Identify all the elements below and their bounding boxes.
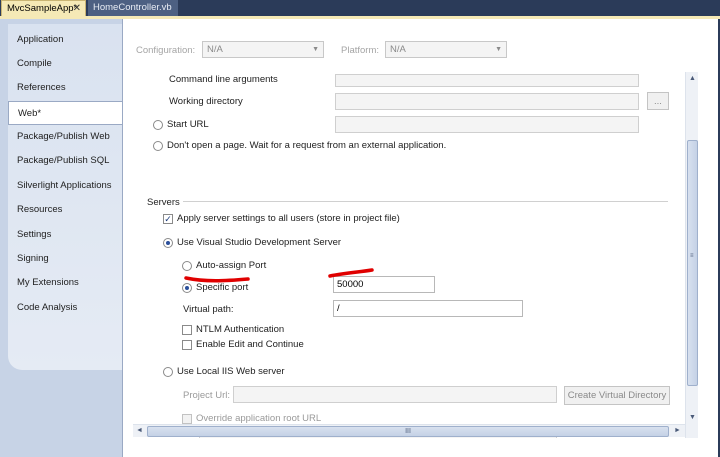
sidebar-item-label: Settings: [17, 229, 52, 240]
sidebar-item-silverlight-applications[interactable]: Silverlight Applications: [8, 174, 122, 198]
apply-all-users-checkbox[interactable]: ✓: [163, 214, 173, 224]
sidebar-item-label: Signing: [17, 253, 49, 264]
edit-and-continue-label: Enable Edit and Continue: [196, 339, 304, 350]
platform-select[interactable]: N/A ▼: [385, 41, 507, 58]
dont-open-page-radio[interactable]: [153, 141, 163, 151]
tab-mvcsampleapp[interactable]: MvcSampleApp* ✕: [1, 0, 86, 16]
create-virtual-directory-button[interactable]: Create Virtual Directory: [564, 386, 670, 405]
servers-divider: [183, 201, 668, 202]
sidebar-item-label: Package/Publish SQL: [17, 155, 110, 166]
scroll-up-icon[interactable]: ▲: [689, 75, 696, 82]
use-vs-dev-server-label: Use Visual Studio Development Server: [177, 237, 342, 248]
sidebar-item-label: My Extensions: [17, 277, 79, 288]
vertical-scrollbar[interactable]: ▲ ≡ ▼: [685, 72, 698, 438]
properties-sidebar: Application Compile References Web* Pack…: [0, 19, 123, 457]
virtual-path-input[interactable]: /: [333, 300, 523, 317]
sidebar-item-my-extensions[interactable]: My Extensions: [8, 271, 122, 295]
tab-homecontroller[interactable]: HomeController.vb: [88, 0, 178, 16]
sidebar-item-references[interactable]: References: [8, 76, 122, 100]
override-root-url-checkbox[interactable]: [182, 414, 192, 424]
start-url-label: Start URL: [167, 119, 209, 130]
sidebar-item-label: Compile: [17, 58, 52, 69]
browse-button-label: ...: [654, 96, 662, 107]
configuration-bar: Configuration: N/A ▼ Platform: N/A ▼: [123, 19, 719, 69]
servers-heading: Servers: [147, 197, 180, 208]
sidebar-item-label: Resources: [17, 204, 63, 215]
specific-port-radio[interactable]: [182, 283, 192, 293]
scroll-down-icon[interactable]: ▼: [689, 414, 696, 421]
sidebar-item-application[interactable]: Application: [8, 28, 122, 52]
ntlm-authentication-checkbox[interactable]: [182, 325, 192, 335]
web-properties-page: Configuration: N/A ▼ Platform: N/A ▼ Com…: [122, 19, 718, 457]
sidebar-item-label: Silverlight Applications: [17, 180, 112, 191]
tab-label: HomeController.vb: [93, 2, 172, 13]
chevron-down-icon: ▼: [312, 46, 319, 53]
sidebar-item-package-publish-web[interactable]: Package/Publish Web: [8, 125, 122, 149]
sidebar-item-settings[interactable]: Settings: [8, 223, 122, 247]
browse-button[interactable]: ...: [647, 92, 669, 110]
use-local-iis-radio[interactable]: [163, 367, 173, 377]
dont-open-page-label: Don't open a page. Wait for a request fr…: [167, 140, 447, 151]
document-tab-strip: MvcSampleApp* ✕ HomeController.vb: [0, 0, 720, 16]
vertical-scroll-thumb[interactable]: ≡: [687, 140, 698, 386]
chevron-down-icon: ▼: [495, 46, 502, 53]
grip-icon: III: [405, 428, 411, 435]
tab-label: MvcSampleApp*: [7, 3, 78, 14]
sidebar-item-package-publish-sql[interactable]: Package/Publish SQL: [8, 149, 122, 173]
sidebar-item-label: References: [17, 82, 66, 93]
use-vs-dev-server-radio[interactable]: [163, 238, 173, 248]
horizontal-scroll-thumb[interactable]: III: [147, 426, 669, 437]
edit-and-continue-checkbox[interactable]: [182, 340, 192, 350]
command-line-arguments-field[interactable]: [335, 74, 639, 87]
sidebar-item-code-analysis[interactable]: Code Analysis: [8, 296, 122, 320]
virtual-path-label: Virtual path:: [183, 304, 234, 315]
sidebar-item-compile[interactable]: Compile: [8, 52, 122, 76]
platform-value: N/A: [390, 44, 406, 55]
command-line-arguments-label: Command line arguments: [169, 74, 278, 85]
sidebar-item-signing[interactable]: Signing: [8, 247, 122, 271]
sidebar-item-resources[interactable]: Resources: [8, 198, 122, 222]
close-icon[interactable]: ✕: [73, 1, 81, 16]
scroll-left-icon[interactable]: ◄: [136, 427, 143, 434]
specific-port-input[interactable]: 50000: [333, 276, 435, 293]
grip-icon: ≡: [690, 253, 694, 259]
scroll-right-icon[interactable]: ►: [674, 427, 681, 434]
horizontal-scrollbar[interactable]: ◄ III ►: [133, 424, 685, 437]
create-virtual-directory-label: Create Virtual Directory: [567, 390, 667, 401]
sidebar-item-label: Code Analysis: [17, 302, 78, 313]
start-url-radio[interactable]: [153, 120, 163, 130]
project-url-field[interactable]: [233, 386, 557, 403]
configuration-select[interactable]: N/A ▼: [202, 41, 324, 58]
apply-all-users-label: Apply server settings to all users (stor…: [177, 213, 400, 224]
platform-label: Platform:: [341, 45, 380, 56]
sidebar-item-label: Web*: [18, 108, 42, 119]
configuration-label: Configuration:: [136, 45, 196, 56]
auto-assign-port-radio[interactable]: [182, 261, 192, 271]
scrollable-content[interactable]: Command line arguments Working directory…: [133, 72, 708, 438]
working-directory-label: Working directory: [169, 96, 243, 107]
start-url-field[interactable]: [335, 116, 639, 133]
override-root-url-label: Override application root URL: [196, 413, 322, 424]
sidebar-item-label: Application: [17, 34, 64, 45]
specific-port-label: Specific port: [196, 282, 249, 293]
use-local-iis-label: Use Local IIS Web server: [177, 366, 285, 377]
auto-assign-port-label: Auto-assign Port: [196, 260, 267, 271]
project-url-label: Project Url:: [183, 390, 230, 401]
ntlm-authentication-label: NTLM Authentication: [196, 324, 285, 335]
sidebar-item-web[interactable]: Web*: [8, 101, 123, 125]
configuration-value: N/A: [207, 44, 223, 55]
working-directory-field[interactable]: [335, 93, 639, 110]
sidebar-item-label: Package/Publish Web: [17, 131, 110, 142]
